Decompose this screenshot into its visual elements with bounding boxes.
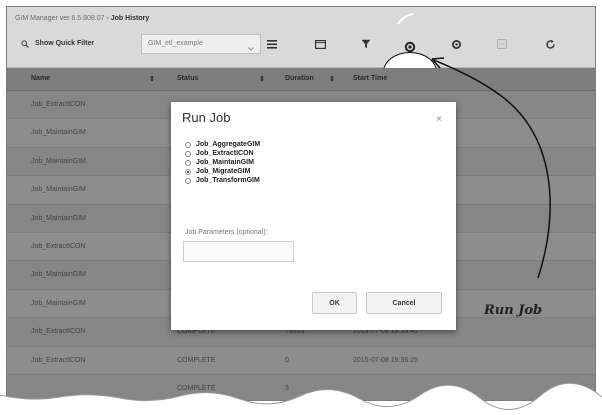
- radio-selected[interactable]: [185, 168, 191, 175]
- run-job-dialog: Run Job × Job_AggregateGIM Job_ExtractICO…: [171, 102, 456, 330]
- job-option-label: Job_TransformGIM: [196, 177, 260, 184]
- cell-duration: 0: [285, 356, 289, 364]
- filter-select-value: GIM_etl_example: [148, 40, 203, 47]
- run-job-callout-label: Run Job: [484, 303, 543, 318]
- filter-select[interactable]: GIM_etl_example: [141, 34, 261, 54]
- export-icon[interactable]: [493, 35, 511, 53]
- breadcrumb-separator: ›: [106, 15, 109, 22]
- cell-name: Job_MaintainGIM: [31, 299, 86, 307]
- cell-status: COMPLETE: [177, 356, 216, 364]
- cell-name: Job_ExtractICON: [31, 242, 86, 250]
- breadcrumb-app[interactable]: GIM Manager ver 6.5.808.07: [15, 15, 105, 22]
- radio-unselected[interactable]: [185, 141, 191, 148]
- column-header-duration[interactable]: Duration: [285, 75, 314, 82]
- cell-name: Job_MaintainGIM: [31, 214, 86, 222]
- folder-icon[interactable]: [311, 35, 329, 53]
- column-header-status[interactable]: Status: [177, 75, 198, 82]
- sort-icon[interactable]: ⇕: [329, 75, 335, 83]
- cell-name: Job_MaintainGIM: [31, 129, 86, 137]
- job-parameters-input[interactable]: [183, 241, 294, 262]
- column-header-name[interactable]: Name: [31, 75, 50, 82]
- cell-start-time: 2015-07-08 19:36:25: [353, 356, 418, 364]
- sort-icon[interactable]: ⇕: [149, 75, 155, 83]
- job-option-label: Job_ExtractICON: [196, 150, 254, 157]
- dialog-title: Run Job: [182, 110, 231, 125]
- cell-name: Job_MaintainGIM: [31, 186, 86, 194]
- job-options: Job_AggregateGIM Job_ExtractICON Job_Maint…: [185, 140, 260, 185]
- cancel-button[interactable]: Cancel: [366, 292, 442, 314]
- chevron-down-icon: [248, 41, 254, 59]
- show-quick-filter-label: Show Quick Filter: [35, 40, 95, 47]
- close-icon[interactable]: ×: [436, 114, 442, 125]
- toolbar: Show Quick Filter GIM_etl_example: [7, 29, 595, 92]
- job-option-label: Job_MigrateGIM: [196, 168, 251, 175]
- cell-duration: 3: [285, 384, 289, 392]
- filter-icon[interactable]: [357, 35, 375, 53]
- job-option-label: Job_MaintainGIM: [196, 159, 254, 166]
- job-option[interactable]: Job_AggregateGIM: [185, 140, 260, 149]
- job-option[interactable]: Job_TransformGIM: [185, 176, 260, 185]
- column-header-start-time[interactable]: Start Time: [353, 75, 387, 82]
- breadcrumb-current: Job History: [110, 15, 150, 22]
- run-job-gear-icon[interactable]: [401, 38, 419, 56]
- job-option-label: Job_AggregateGIM: [196, 141, 261, 148]
- search-icon: [21, 40, 29, 48]
- job-option[interactable]: Job_MaintainGIM: [185, 158, 260, 167]
- cell-name: Job_ExtractICON: [31, 356, 86, 364]
- radio-unselected[interactable]: [185, 150, 191, 157]
- list-icon[interactable]: [263, 35, 281, 53]
- gim-manager-window: GIM Manager ver 6.5.808.07 › Job History…: [6, 6, 596, 401]
- cell-name: Job_ExtractICON: [31, 101, 86, 108]
- radio-unselected[interactable]: [185, 177, 191, 184]
- table-row[interactable]: COMPLETE 3: [7, 374, 595, 400]
- cell-name: Job_MaintainGIM: [31, 157, 86, 165]
- table-row[interactable]: Job_ExtractICON COMPLETE 0 2015-07-08 19:36…: [7, 346, 595, 375]
- breadcrumb: GIM Manager ver 6.5.808.07 › Job History: [15, 15, 149, 22]
- sort-icon[interactable]: ⇕: [259, 75, 265, 83]
- cell-name: Job_MaintainGIM: [31, 271, 86, 279]
- job-parameters-label: Job Parameters (optional):: [185, 229, 268, 236]
- top-bar: GIM Manager ver 6.5.808.07 › Job History…: [7, 7, 595, 92]
- refresh-icon[interactable]: [541, 35, 559, 53]
- screenshot-page: GIM Manager ver 6.5.808.07 › Job History…: [0, 0, 602, 415]
- grid-header: Name ⇕ Status ⇕ Duration ⇕ Start Time: [7, 68, 595, 91]
- gear-icon[interactable]: [447, 35, 465, 53]
- cell-status: COMPLETE: [177, 384, 216, 392]
- job-option[interactable]: Job_ExtractICON: [185, 149, 260, 158]
- job-option[interactable]: Job_MigrateGIM: [185, 167, 260, 176]
- radio-unselected[interactable]: [185, 159, 191, 166]
- show-quick-filter-button[interactable]: Show Quick Filter: [21, 35, 94, 53]
- cell-name: Job_ExtractICON: [31, 328, 86, 336]
- ok-button[interactable]: OK: [312, 292, 357, 314]
